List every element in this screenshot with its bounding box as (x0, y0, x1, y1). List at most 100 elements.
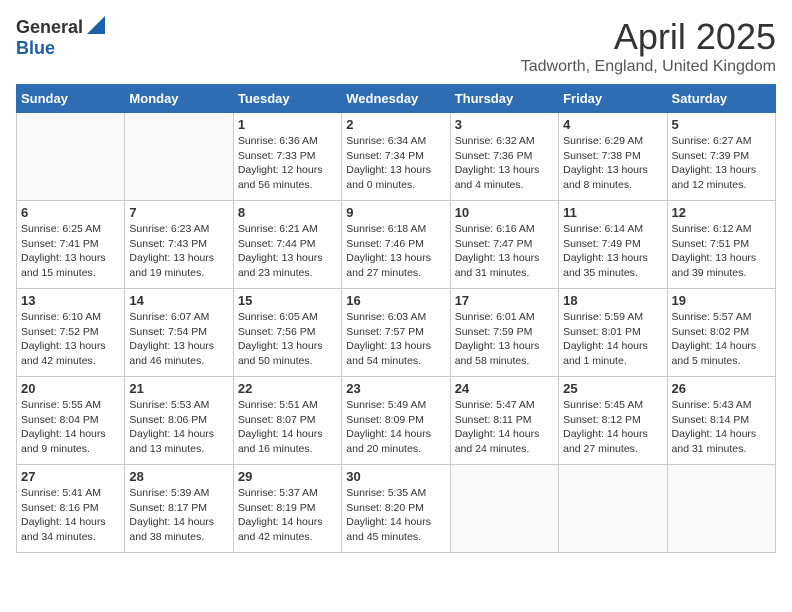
day-info: Sunrise: 5:37 AM Sunset: 8:19 PM Dayligh… (238, 486, 337, 545)
calendar-cell: 30 Sunrise: 5:35 AM Sunset: 8:20 PM Dayli… (342, 465, 450, 553)
calendar-cell: 9 Sunrise: 6:18 AM Sunset: 7:46 PM Daylig… (342, 201, 450, 289)
calendar-cell: 26 Sunrise: 5:43 AM Sunset: 8:14 PM Dayli… (667, 377, 775, 465)
calendar-cell: 27Sunrise: 5:41 AM Sunset: 8:16 PM Dayli… (17, 465, 125, 553)
day-info: Sunrise: 6:03 AM Sunset: 7:57 PM Dayligh… (346, 310, 445, 369)
day-number: 30 (346, 469, 445, 484)
calendar-cell: 3 Sunrise: 6:32 AM Sunset: 7:36 PM Daylig… (450, 113, 558, 201)
calendar-week-row: 6 Sunrise: 6:25 AM Sunset: 7:41 PM Daylig… (17, 201, 776, 289)
calendar-cell: 4 Sunrise: 6:29 AM Sunset: 7:38 PM Daylig… (559, 113, 667, 201)
day-info: Sunrise: 6:14 AM Sunset: 7:49 PM Dayligh… (563, 222, 662, 281)
day-number: 28 (129, 469, 228, 484)
calendar-cell (450, 465, 558, 553)
day-number: 22 (238, 381, 337, 396)
logo-general: General (16, 18, 83, 38)
day-info: Sunrise: 6:01 AM Sunset: 7:59 PM Dayligh… (455, 310, 554, 369)
calendar-cell: 25Sunrise: 5:45 AM Sunset: 8:12 PM Dayli… (559, 377, 667, 465)
calendar-cell: 14 Sunrise: 6:07 AM Sunset: 7:54 PM Dayli… (125, 289, 233, 377)
header-monday: Monday (125, 85, 233, 113)
day-info: Sunrise: 6:12 AM Sunset: 7:51 PM Dayligh… (672, 222, 771, 281)
day-number: 1 (238, 117, 337, 132)
day-info: Sunrise: 5:57 AM Sunset: 8:02 PM Dayligh… (672, 310, 771, 369)
logo: General Blue (16, 16, 105, 59)
day-info: Sunrise: 5:49 AM Sunset: 8:09 PM Dayligh… (346, 398, 445, 457)
calendar-cell: 24 Sunrise: 5:47 AM Sunset: 8:11 PM Dayli… (450, 377, 558, 465)
day-number: 9 (346, 205, 445, 220)
day-info: Sunrise: 5:43 AM Sunset: 8:14 PM Dayligh… (672, 398, 771, 457)
calendar-cell: 19Sunrise: 5:57 AM Sunset: 8:02 PM Dayli… (667, 289, 775, 377)
day-info: Sunrise: 6:07 AM Sunset: 7:54 PM Dayligh… (129, 310, 228, 369)
calendar-cell: 7Sunrise: 6:23 AM Sunset: 7:43 PM Daylig… (125, 201, 233, 289)
main-title: April 2025 (521, 16, 776, 58)
calendar-week-row: 1 Sunrise: 6:36 AM Sunset: 7:33 PM Daylig… (17, 113, 776, 201)
day-info: Sunrise: 6:10 AM Sunset: 7:52 PM Dayligh… (21, 310, 120, 369)
day-info: Sunrise: 6:25 AM Sunset: 7:41 PM Dayligh… (21, 222, 120, 281)
calendar-header-row: SundayMondayTuesdayWednesdayThursdayFrid… (17, 85, 776, 113)
day-info: Sunrise: 6:18 AM Sunset: 7:46 PM Dayligh… (346, 222, 445, 281)
calendar-cell: 16 Sunrise: 6:03 AM Sunset: 7:57 PM Dayli… (342, 289, 450, 377)
day-number: 24 (455, 381, 554, 396)
header-thursday: Thursday (450, 85, 558, 113)
page-header: General Blue April 2025 Tadworth, Englan… (16, 16, 776, 76)
header-wednesday: Wednesday (342, 85, 450, 113)
day-info: Sunrise: 6:27 AM Sunset: 7:39 PM Dayligh… (672, 134, 771, 193)
day-number: 16 (346, 293, 445, 308)
calendar-cell: 2 Sunrise: 6:34 AM Sunset: 7:34 PM Daylig… (342, 113, 450, 201)
day-number: 20 (21, 381, 120, 396)
day-number: 18 (563, 293, 662, 308)
day-number: 8 (238, 205, 337, 220)
day-number: 13 (21, 293, 120, 308)
day-info: Sunrise: 6:16 AM Sunset: 7:47 PM Dayligh… (455, 222, 554, 281)
day-info: Sunrise: 5:51 AM Sunset: 8:07 PM Dayligh… (238, 398, 337, 457)
calendar-cell: 10 Sunrise: 6:16 AM Sunset: 7:47 PM Dayli… (450, 201, 558, 289)
day-number: 5 (672, 117, 771, 132)
day-number: 4 (563, 117, 662, 132)
day-info: Sunrise: 6:32 AM Sunset: 7:36 PM Dayligh… (455, 134, 554, 193)
day-number: 15 (238, 293, 337, 308)
calendar-cell: 11 Sunrise: 6:14 AM Sunset: 7:49 PM Dayli… (559, 201, 667, 289)
day-info: Sunrise: 6:23 AM Sunset: 7:43 PM Dayligh… (129, 222, 228, 281)
day-info: Sunrise: 5:39 AM Sunset: 8:17 PM Dayligh… (129, 486, 228, 545)
day-info: Sunrise: 6:36 AM Sunset: 7:33 PM Dayligh… (238, 134, 337, 193)
day-number: 10 (455, 205, 554, 220)
calendar-week-row: 20 Sunrise: 5:55 AM Sunset: 8:04 PM Dayli… (17, 377, 776, 465)
calendar-cell (125, 113, 233, 201)
header-sunday: Sunday (17, 85, 125, 113)
day-number: 25 (563, 381, 662, 396)
calendar-cell: 6 Sunrise: 6:25 AM Sunset: 7:41 PM Daylig… (17, 201, 125, 289)
calendar-cell: 22 Sunrise: 5:51 AM Sunset: 8:07 PM Dayli… (233, 377, 341, 465)
calendar-week-row: 13 Sunrise: 6:10 AM Sunset: 7:52 PM Dayli… (17, 289, 776, 377)
calendar-cell: 28 Sunrise: 5:39 AM Sunset: 8:17 PM Dayli… (125, 465, 233, 553)
calendar-cell: 12 Sunrise: 6:12 AM Sunset: 7:51 PM Dayli… (667, 201, 775, 289)
calendar-cell: 1 Sunrise: 6:36 AM Sunset: 7:33 PM Daylig… (233, 113, 341, 201)
day-info: Sunrise: 6:29 AM Sunset: 7:38 PM Dayligh… (563, 134, 662, 193)
calendar-cell (559, 465, 667, 553)
calendar-cell: 18Sunrise: 5:59 AM Sunset: 8:01 PM Dayli… (559, 289, 667, 377)
day-info: Sunrise: 6:34 AM Sunset: 7:34 PM Dayligh… (346, 134, 445, 193)
day-info: Sunrise: 5:53 AM Sunset: 8:06 PM Dayligh… (129, 398, 228, 457)
logo-triangle-icon (87, 16, 105, 39)
day-number: 3 (455, 117, 554, 132)
day-number: 12 (672, 205, 771, 220)
day-number: 26 (672, 381, 771, 396)
calendar-cell: 15Sunrise: 6:05 AM Sunset: 7:56 PM Dayli… (233, 289, 341, 377)
day-info: Sunrise: 5:35 AM Sunset: 8:20 PM Dayligh… (346, 486, 445, 545)
day-number: 11 (563, 205, 662, 220)
day-number: 23 (346, 381, 445, 396)
day-number: 17 (455, 293, 554, 308)
title-section: April 2025 Tadworth, England, United Kin… (521, 16, 776, 76)
day-number: 2 (346, 117, 445, 132)
subtitle: Tadworth, England, United Kingdom (521, 58, 776, 76)
day-number: 14 (129, 293, 228, 308)
calendar-cell (667, 465, 775, 553)
calendar-week-row: 27Sunrise: 5:41 AM Sunset: 8:16 PM Dayli… (17, 465, 776, 553)
day-info: Sunrise: 6:21 AM Sunset: 7:44 PM Dayligh… (238, 222, 337, 281)
day-number: 21 (129, 381, 228, 396)
calendar-cell: 21 Sunrise: 5:53 AM Sunset: 8:06 PM Dayli… (125, 377, 233, 465)
day-info: Sunrise: 5:55 AM Sunset: 8:04 PM Dayligh… (21, 398, 120, 457)
calendar-cell: 5 Sunrise: 6:27 AM Sunset: 7:39 PM Daylig… (667, 113, 775, 201)
calendar-table: SundayMondayTuesdayWednesdayThursdayFrid… (16, 84, 776, 553)
logo-blue: Blue (16, 38, 55, 58)
calendar-cell: 29Sunrise: 5:37 AM Sunset: 8:19 PM Dayli… (233, 465, 341, 553)
day-info: Sunrise: 5:47 AM Sunset: 8:11 PM Dayligh… (455, 398, 554, 457)
day-number: 6 (21, 205, 120, 220)
